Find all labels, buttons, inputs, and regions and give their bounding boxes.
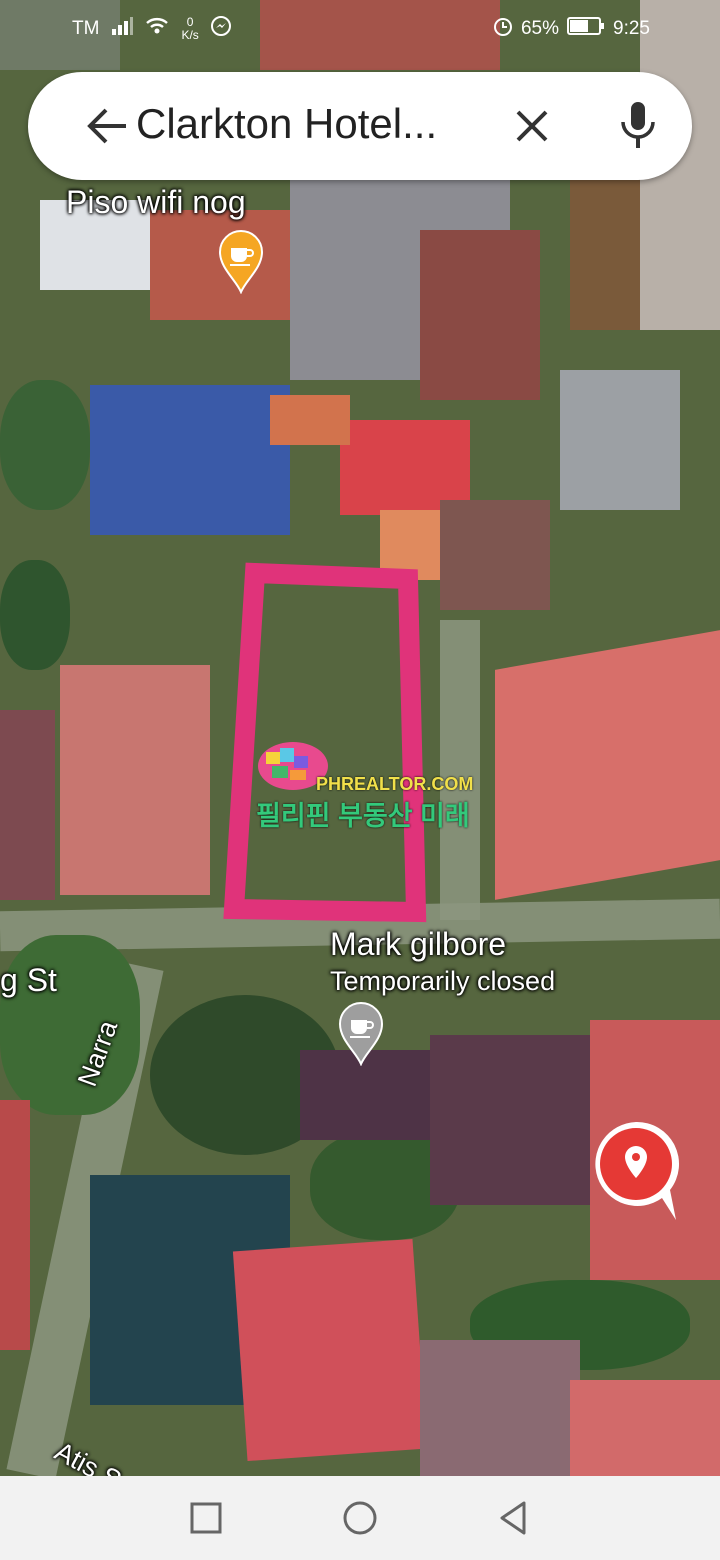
home-button[interactable] (340, 1498, 380, 1538)
circle-home-icon (343, 1501, 377, 1535)
satellite-map[interactable]: PHREALTOR.COM 필리핀 부동산 미래 Piso wifi nog M… (0, 0, 720, 1476)
watermark-tagline: 필리핀 부동산 미래 (256, 801, 470, 831)
property-outline (223, 562, 427, 923)
status-bar: TM 0 K/s 65% 9:25 (0, 0, 720, 56)
search-query[interactable]: Clarkton Hotel... (136, 100, 437, 148)
back-button[interactable] (82, 106, 130, 146)
place-status-closed: Temporarily closed (330, 966, 556, 996)
system-nav-bar (0, 1476, 720, 1560)
square-recents-icon (190, 1502, 222, 1534)
back-nav-button[interactable] (494, 1498, 534, 1538)
carrier-label: TM (72, 18, 100, 39)
signal-icon (111, 17, 134, 41)
closed-place-pin-icon[interactable] (338, 1002, 384, 1071)
messenger-icon (210, 16, 231, 42)
watermark-site: PHREALTOR.COM (316, 774, 474, 794)
network-speed-unit: K/s (181, 28, 199, 42)
network-speed: 0 K/s (181, 16, 198, 42)
alarm-icon (493, 16, 513, 42)
street-label-st: g St (0, 962, 57, 998)
clear-search-button[interactable] (512, 106, 552, 146)
clock: 9:25 (613, 18, 650, 39)
battery-icon (567, 17, 605, 41)
arrow-left-icon (87, 108, 126, 144)
voice-search-button[interactable] (618, 100, 658, 152)
cafe-pin-icon[interactable] (218, 230, 264, 299)
microphone-icon (621, 102, 655, 148)
network-speed-value: 0 (186, 15, 194, 29)
dropped-pin-button[interactable] (590, 1118, 686, 1224)
search-bar[interactable]: Clarkton Hotel... (28, 72, 692, 180)
triangle-back-icon (500, 1501, 526, 1535)
place-label-piso-wifi[interactable]: Piso wifi nog (66, 184, 246, 221)
battery-percent: 65% (520, 18, 560, 39)
wifi-icon (145, 17, 169, 41)
close-icon (516, 110, 548, 142)
place-label-mark-gilbore[interactable]: Mark gilbore (330, 926, 506, 963)
recents-button[interactable] (186, 1498, 226, 1538)
